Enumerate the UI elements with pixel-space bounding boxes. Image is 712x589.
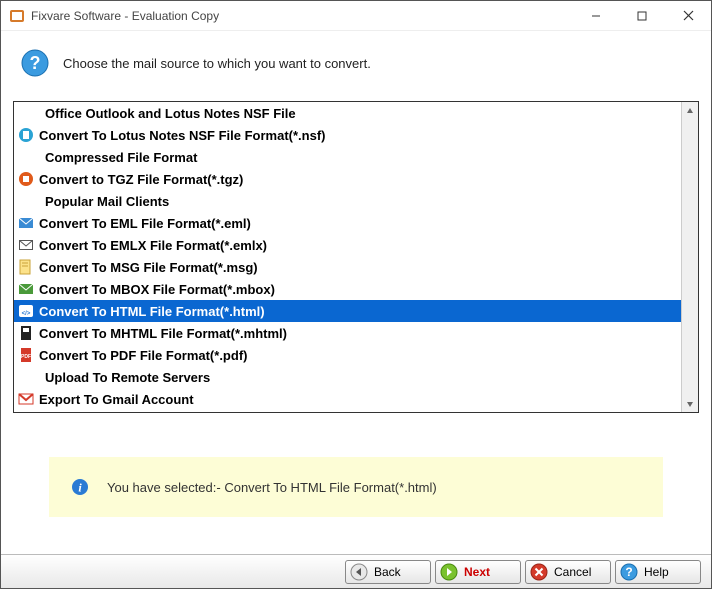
maximize-button[interactable] <box>619 1 665 31</box>
cancel-button[interactable]: Cancel <box>525 560 611 584</box>
list-item-label: Convert To Lotus Notes NSF File Format(*… <box>39 128 326 143</box>
list-item[interactable]: Convert to TGZ File Format(*.tgz) <box>14 168 681 190</box>
next-button[interactable]: Next <box>435 560 521 584</box>
list-item-label: Convert To MBOX File Format(*.mbox) <box>39 282 275 297</box>
list-item-label: Convert to TGZ File Format(*.tgz) <box>39 172 243 187</box>
list-item[interactable]: PDF Convert To PDF File Format(*.pdf) <box>14 344 681 366</box>
mbox-icon <box>18 281 34 297</box>
cancel-label: Cancel <box>554 565 591 579</box>
instruction-header: ? Choose the mail source to which you wa… <box>1 31 711 101</box>
list-item-label: Convert To EMLX File Format(*.emlx) <box>39 238 267 253</box>
tgz-icon <box>18 171 34 187</box>
back-button[interactable]: Back <box>345 560 431 584</box>
close-button[interactable] <box>665 1 711 31</box>
help-icon: ? <box>620 563 638 581</box>
titlebar: Fixvare Software - Evaluation Copy <box>1 1 711 31</box>
selection-info-box: i You have selected:- Convert To HTML Fi… <box>49 457 663 517</box>
list-item[interactable]: Convert To Lotus Notes NSF File Format(*… <box>14 124 681 146</box>
emlx-icon <box>18 237 34 253</box>
list-item[interactable]: Convert To MBOX File Format(*.mbox) <box>14 278 681 300</box>
nsf-icon <box>18 127 34 143</box>
list-item-label: Compressed File Format <box>45 150 197 165</box>
minimize-button[interactable] <box>573 1 619 31</box>
footer-bar: Back Next Cancel ? Help <box>1 554 711 588</box>
help-button[interactable]: ? Help <box>615 560 701 584</box>
scroll-down-button[interactable] <box>682 395 698 412</box>
list-group-header: Office Outlook and Lotus Notes NSF File <box>14 102 681 124</box>
list-item-label: Convert To PDF File Format(*.pdf) <box>39 348 247 363</box>
app-icon <box>9 8 25 24</box>
list-item-label: Popular Mail Clients <box>45 194 169 209</box>
info-icon: i <box>71 478 89 496</box>
back-arrow-icon <box>350 563 368 581</box>
format-list-container: Office Outlook and Lotus Notes NSF File C… <box>13 101 699 413</box>
svg-text:?: ? <box>30 53 41 73</box>
html-icon: </> <box>18 303 34 319</box>
list-item[interactable]: Convert To MHTML File Format(*.mhtml) <box>14 322 681 344</box>
list-item[interactable]: Export To Gmail Account <box>14 388 681 410</box>
selection-info-text: You have selected:- Convert To HTML File… <box>107 480 437 495</box>
list-group-header: Popular Mail Clients <box>14 190 681 212</box>
list-item-label: Office Outlook and Lotus Notes NSF File <box>45 106 296 121</box>
scrollbar[interactable] <box>681 102 698 412</box>
eml-icon <box>18 215 34 231</box>
list-group-header: Compressed File Format <box>14 146 681 168</box>
svg-text:PDF: PDF <box>21 354 31 360</box>
list-item-label: Upload To Remote Servers <box>45 370 210 385</box>
list-item[interactable]: </> Convert To HTML File Format(*.html) <box>14 300 681 322</box>
list-item-label: Export To Gmail Account <box>39 392 194 407</box>
svg-text:</>: </> <box>22 311 31 317</box>
mhtml-icon <box>18 325 34 341</box>
question-icon: ? <box>21 49 49 77</box>
window-title: Fixvare Software - Evaluation Copy <box>31 9 573 23</box>
list-item[interactable]: Convert To MSG File Format(*.msg) <box>14 256 681 278</box>
gmail-icon <box>18 391 34 407</box>
list-item-label: Convert To MHTML File Format(*.mhtml) <box>39 326 287 341</box>
list-group-header: Upload To Remote Servers <box>14 366 681 388</box>
svg-text:?: ? <box>625 565 632 579</box>
next-arrow-icon <box>440 563 458 581</box>
scroll-up-button[interactable] <box>682 102 698 119</box>
list-item-label: Convert To MSG File Format(*.msg) <box>39 260 258 275</box>
format-list[interactable]: Office Outlook and Lotus Notes NSF File C… <box>14 102 681 412</box>
help-label: Help <box>644 565 669 579</box>
pdf-icon: PDF <box>18 347 34 363</box>
list-item[interactable]: Convert To EML File Format(*.eml) <box>14 212 681 234</box>
next-label: Next <box>464 565 490 579</box>
list-item-label: Convert To HTML File Format(*.html) <box>39 304 265 319</box>
instruction-text: Choose the mail source to which you want… <box>63 56 371 71</box>
back-label: Back <box>374 565 401 579</box>
cancel-icon <box>530 563 548 581</box>
list-item-label: Convert To EML File Format(*.eml) <box>39 216 251 231</box>
app-window: Fixvare Software - Evaluation Copy ? Cho… <box>0 0 712 589</box>
msg-icon <box>18 259 34 275</box>
list-item[interactable]: Convert To EMLX File Format(*.emlx) <box>14 234 681 256</box>
